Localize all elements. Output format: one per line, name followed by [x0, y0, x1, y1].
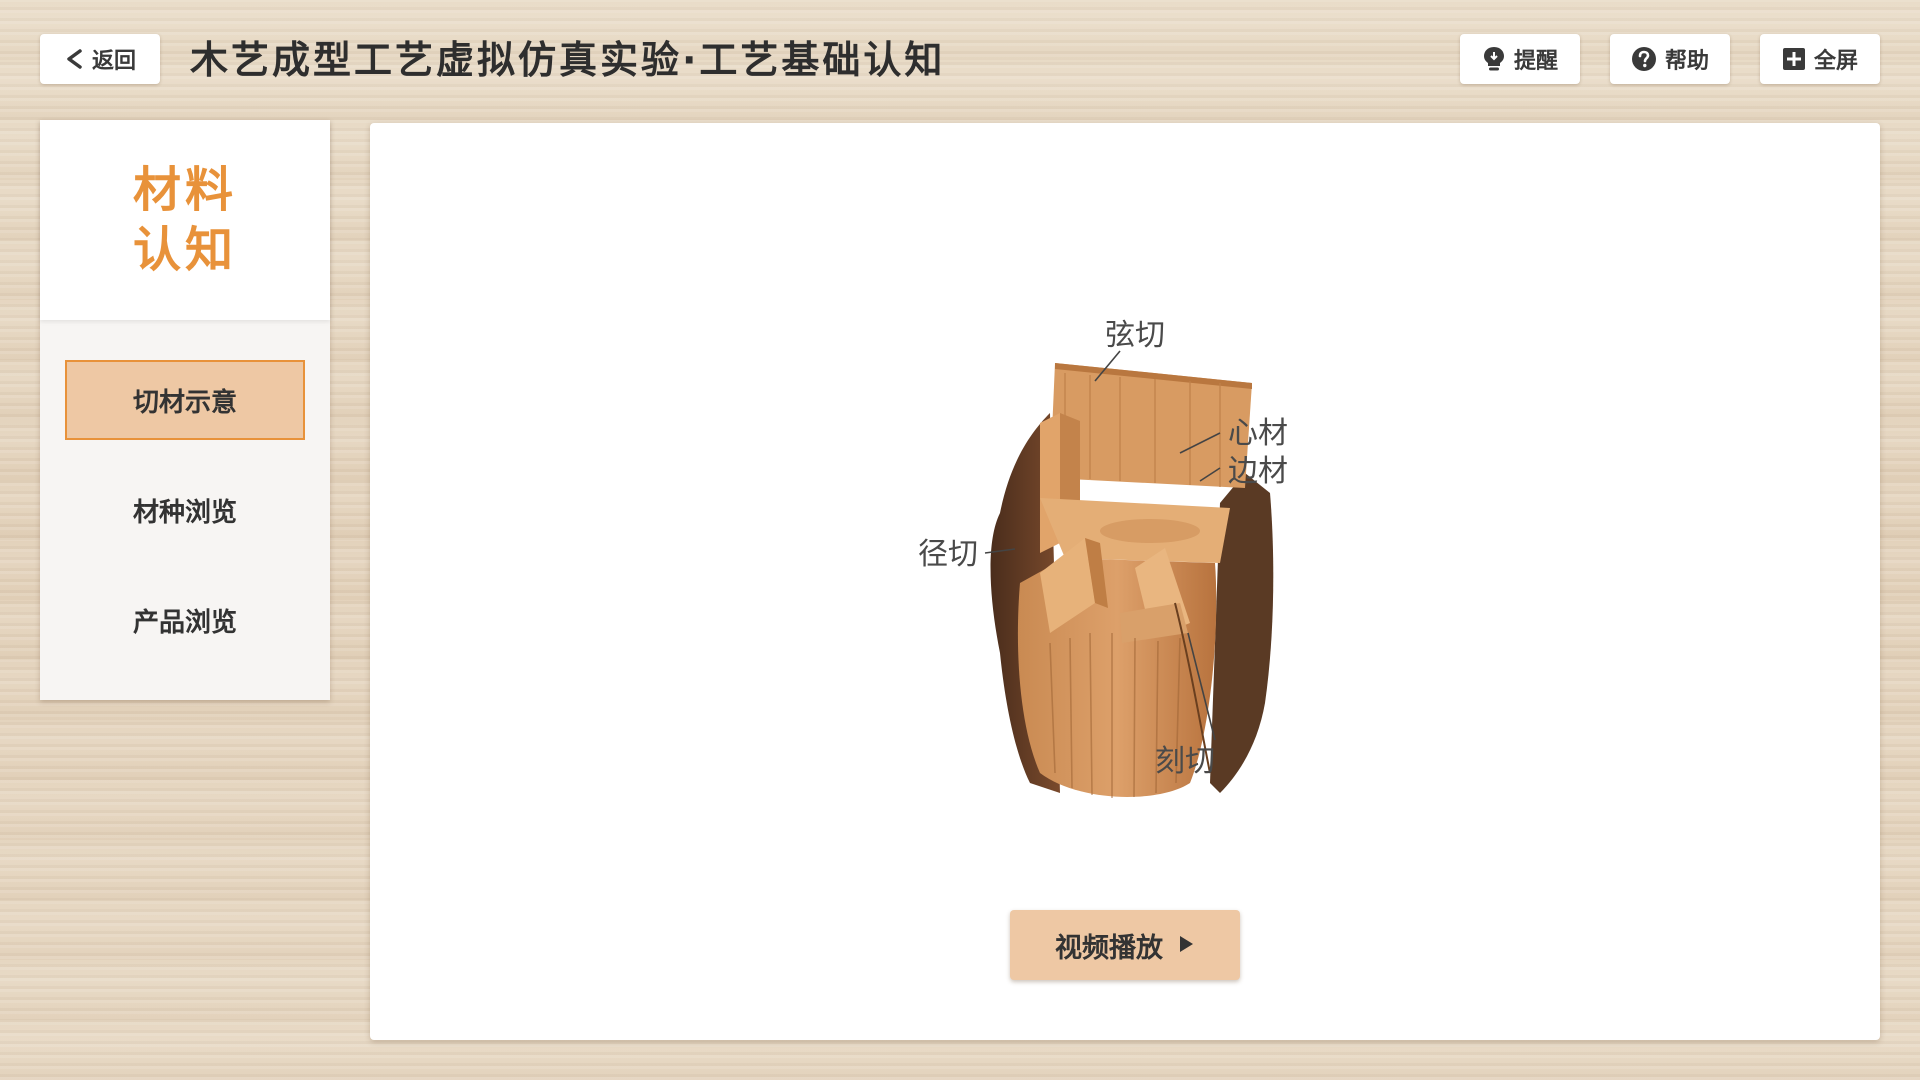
label-tangential-cut: 弦切: [1105, 318, 1165, 353]
sidebar-item-label: 产品浏览: [132, 607, 237, 638]
sidebar-item-cutting-diagram[interactable]: 切材示意: [65, 360, 305, 440]
sidebar: 材料 认知 切材示意 材种浏览 产品浏览: [40, 120, 330, 700]
sidebar-item-label: 材种浏览: [132, 497, 237, 528]
back-button[interactable]: 返回: [40, 34, 160, 84]
lightbulb-icon: [1482, 46, 1506, 72]
video-play-label: 视频播放: [1055, 932, 1163, 964]
hint-button[interactable]: 提醒: [1460, 34, 1580, 84]
help-label: 帮助: [1664, 49, 1709, 74]
wood-cutting-diagram: 弦切 心材 边材 径切 刻切: [918, 318, 1288, 798]
hint-label: 提醒: [1513, 49, 1558, 74]
back-label: 返回: [91, 49, 136, 74]
label-sapwood: 边材: [1228, 454, 1288, 489]
sidebar-heading-line2: 认知: [132, 222, 237, 278]
sidebar-heading-line1: 材料: [132, 162, 237, 218]
page-title: 木艺成型工艺虚拟仿真实验·工艺基础认知: [190, 38, 946, 82]
main-panel: 弦切 心材 边材 径切 刻切 视频播放: [370, 123, 1880, 1040]
fullscreen-button[interactable]: 全屏: [1760, 34, 1880, 84]
label-heartwood: 心材: [1228, 416, 1288, 451]
sidebar-item-wood-species[interactable]: 材种浏览: [65, 470, 305, 550]
help-button[interactable]: 帮助: [1610, 34, 1730, 84]
question-circle-icon: [1631, 46, 1657, 72]
label-radial-cut: 径切: [918, 537, 978, 572]
label-rift-cut: 刻切: [1155, 744, 1215, 779]
play-icon: [1177, 930, 1195, 961]
video-play-button[interactable]: 视频播放: [1010, 910, 1240, 980]
fullscreen-label: 全屏: [1813, 49, 1858, 74]
sidebar-item-product-browse[interactable]: 产品浏览: [65, 580, 305, 660]
sidebar-heading: 材料 认知: [40, 120, 330, 320]
expand-icon: [1782, 47, 1806, 71]
sidebar-item-label: 切材示意: [132, 387, 237, 418]
chevron-left-icon: [64, 48, 84, 70]
